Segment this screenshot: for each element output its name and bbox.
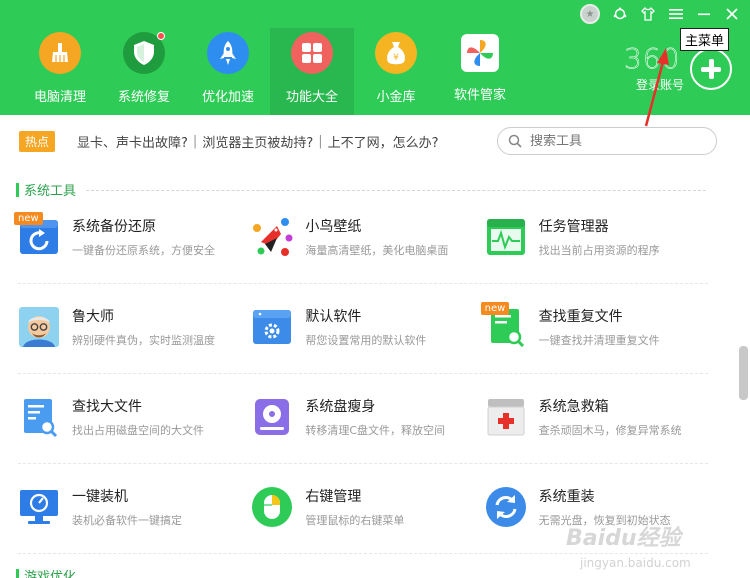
tool-desc: 帮您设置常用的默认软件 <box>305 334 427 347</box>
tool-name: 系统备份还原 <box>72 219 156 235</box>
tool-desc: 管理鼠标的右键菜单 <box>305 514 405 527</box>
separator: | <box>192 133 198 149</box>
section-marker <box>16 568 19 578</box>
watermark-url: jingyan.baidu.com <box>580 556 691 570</box>
tool-name: 系统盘瘦身 <box>305 399 376 415</box>
section-system-tools: 系统工具 <box>16 180 76 199</box>
tool-name: 系统重装 <box>538 489 595 505</box>
tool-name: 系统急救箱 <box>538 399 609 415</box>
first-aid-kit-icon <box>485 396 527 438</box>
task-manager-icon <box>485 216 527 258</box>
tool-name: 右键管理 <box>305 489 362 505</box>
large-files-icon <box>18 396 60 438</box>
tool-name: 查找重复文件 <box>538 309 623 325</box>
tool-name: 小鸟壁纸 <box>305 219 362 235</box>
separator: | <box>318 133 323 149</box>
monitor-icon <box>18 486 60 528</box>
section-marker <box>16 182 19 197</box>
new-badge: new <box>480 302 510 315</box>
divider <box>86 190 706 191</box>
disk-slim-icon <box>251 396 293 438</box>
tool-desc: 装机必备软件一键搞定 <box>72 514 182 527</box>
close-icon[interactable] <box>718 2 746 26</box>
tool-desc: 一键备份还原系统，方便安全 <box>72 244 215 257</box>
tool-name: 一键装机 <box>72 489 128 505</box>
nav-label: 小金库 <box>376 90 416 105</box>
medal-icon[interactable]: ★ <box>580 4 600 24</box>
tool-desc: 一键查找并清理重复文件 <box>538 334 660 347</box>
section-title: 系统工具 <box>24 184 77 199</box>
hot-link[interactable]: 显卡、声卡出故障? <box>77 132 188 151</box>
divider <box>18 373 708 374</box>
top-header: ★ 电脑清理 系统修复 优化加速 功能大全 ¥ 小金库 软件管家 360 登录账… <box>0 0 750 115</box>
money-bag-icon: ¥ <box>375 32 417 74</box>
new-badge: new <box>14 212 43 225</box>
search-icon <box>508 134 522 148</box>
window-controls: ★ <box>580 2 746 26</box>
refresh-icon <box>485 486 527 528</box>
nav-label: 系统修复 <box>117 90 170 105</box>
shirt-icon[interactable] <box>634 2 662 26</box>
broom-icon <box>39 32 81 74</box>
nav-item-software[interactable]: 软件管家 <box>438 28 522 115</box>
nav-item-cleanup[interactable]: 电脑清理 <box>18 28 102 115</box>
minimize-icon[interactable] <box>690 2 718 26</box>
search-box[interactable] <box>497 127 717 155</box>
main-menu-tooltip: 主菜单 <box>680 28 730 51</box>
main-nav: 电脑清理 系统修复 优化加速 功能大全 ¥ 小金库 软件管家 <box>18 28 522 115</box>
default-software-icon <box>251 306 293 348</box>
bird-wallpaper-icon <box>251 216 293 258</box>
nav-label: 功能大全 <box>285 90 338 105</box>
tool-desc: 找出当前占用资源的程序 <box>538 244 660 257</box>
divider <box>18 553 708 554</box>
nav-label: 软件管家 <box>453 88 506 103</box>
hot-badge: 热点 <box>19 130 56 152</box>
tool-desc: 海量高清壁纸，美化电脑桌面 <box>305 244 449 257</box>
tool-desc: 查杀顽固木马，修复异常系统 <box>538 424 682 437</box>
skin-icon[interactable] <box>606 2 634 26</box>
nav-label: 电脑清理 <box>33 90 86 105</box>
mouse-icon <box>251 486 293 528</box>
nav-item-features[interactable]: 功能大全 <box>270 28 354 115</box>
nav-item-vault[interactable]: ¥ 小金库 <box>354 28 438 115</box>
software-icon <box>461 34 499 72</box>
divider <box>18 283 708 284</box>
tool-desc: 找出占用磁盘空间的大文件 <box>72 424 204 437</box>
divider <box>18 463 708 464</box>
ludashi-avatar-icon <box>18 306 60 348</box>
tool-desc: 转移清理C盘文件，释放空间 <box>305 424 446 437</box>
nav-item-speedup[interactable]: 优化加速 <box>186 28 270 115</box>
notification-dot <box>157 32 165 40</box>
section-game-optimize: 游戏优化 <box>16 566 76 578</box>
search-input[interactable] <box>530 133 690 149</box>
hot-link[interactable]: 浏览器主页被劫持? <box>202 132 313 151</box>
tool-name: 鲁大师 <box>72 309 114 325</box>
grid-apps-icon <box>291 32 333 74</box>
watermark: Baidu经验 <box>566 526 681 551</box>
hot-topics-bar: 热点 显卡、声卡出故障? | 浏览器主页被劫持? | 上不了网，怎么办? <box>19 130 439 152</box>
nav-label: 优化加速 <box>201 90 254 105</box>
annotation-arrow-icon <box>644 48 669 127</box>
tool-name: 任务管理器 <box>538 219 609 235</box>
svg-text:¥: ¥ <box>393 53 399 63</box>
tool-name: 默认软件 <box>305 309 362 325</box>
tools-grid: new 系统备份还原 一键备份还原系统，方便安全 小鸟壁纸 海量高清壁纸，美化电… <box>14 206 718 566</box>
section-title: 游戏优化 <box>24 570 77 578</box>
nav-item-repair[interactable]: 系统修复 <box>102 28 186 115</box>
hot-link[interactable]: 上不了网，怎么办? <box>328 132 439 151</box>
main-menu-button[interactable] <box>690 48 732 90</box>
rocket-icon <box>207 32 249 74</box>
shield-icon <box>123 32 165 74</box>
scrollbar-thumb[interactable] <box>739 346 748 400</box>
tool-name: 查找大文件 <box>72 399 142 415</box>
tool-desc: 辨别硬件真伪，实时监测温度 <box>72 334 215 347</box>
menu-icon[interactable] <box>662 2 690 26</box>
